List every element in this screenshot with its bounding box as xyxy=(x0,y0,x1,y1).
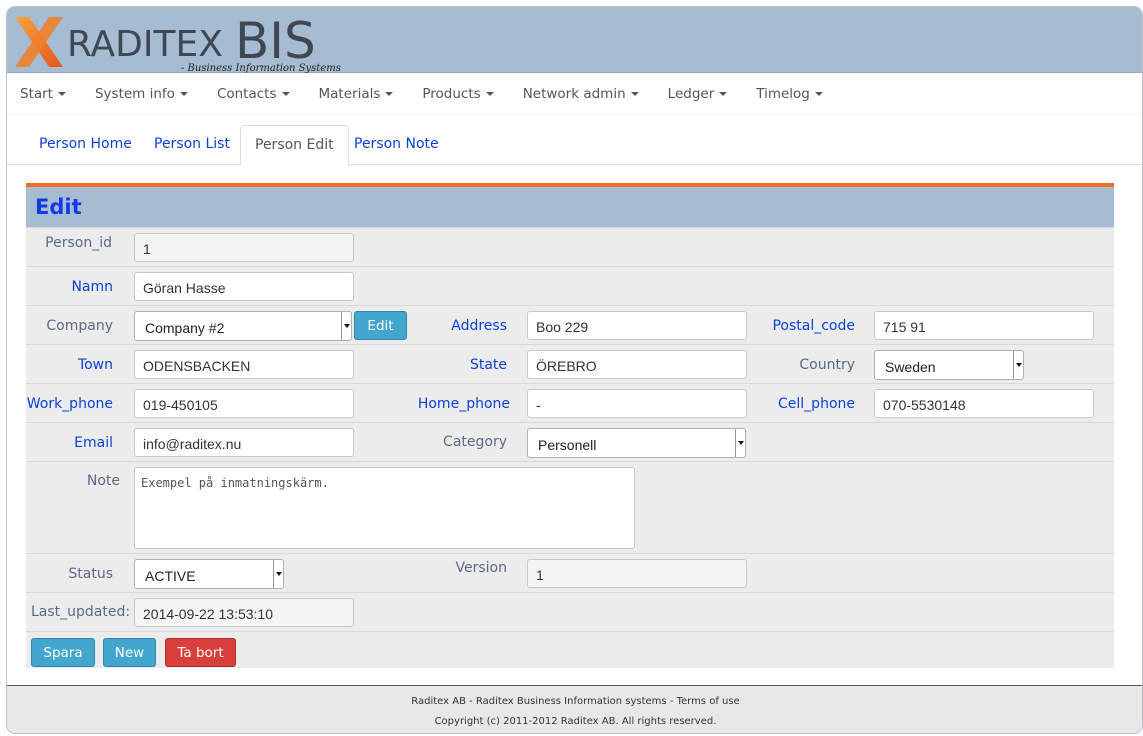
menu-timelog[interactable]: Timelog xyxy=(756,86,823,102)
last-updated-label: Last_updated: xyxy=(31,604,131,620)
raditex-logo[interactable]: RADITEX BIS - Business Information Syste… xyxy=(13,12,343,74)
company-selected: Company #2 xyxy=(145,320,225,336)
category-select[interactable]: Personell xyxy=(527,428,746,458)
row-last-updated: Last_updated: 2014-09-22 13:53:10 xyxy=(26,592,1114,631)
tab-person-note[interactable]: Person Note xyxy=(340,125,453,166)
tab-person-edit[interactable]: Person Edit xyxy=(240,125,349,166)
menu-materials[interactable]: Materials xyxy=(319,86,394,102)
menu-label: System info xyxy=(94,85,175,102)
person-tabs: Person Home Person List Person Edit Pers… xyxy=(7,125,1142,166)
company-select[interactable]: Company #2 xyxy=(134,311,352,341)
person-id-label: Person_id xyxy=(45,235,112,251)
last-updated-field[interactable]: 2014-09-22 13:53:10 xyxy=(134,598,354,627)
menu-products[interactable]: Products xyxy=(422,85,494,102)
status-label: Status xyxy=(68,566,113,582)
home-phone-field[interactable]: - xyxy=(527,389,747,418)
cell-phone-field[interactable]: 070-5530148 xyxy=(874,389,1094,418)
status-selected: ACTIVE xyxy=(145,568,196,584)
save-button[interactable]: Spara xyxy=(31,638,95,667)
note-label: Note xyxy=(86,473,120,489)
state-label[interactable]: State xyxy=(470,357,507,373)
caret-down-icon xyxy=(57,91,66,96)
menu-system-info[interactable]: System info xyxy=(95,86,188,102)
logo-wordmark: RADITEX xyxy=(67,24,223,65)
menu-label: Materials xyxy=(318,85,381,102)
country-selected: Sweden xyxy=(885,359,936,375)
tab-person-list[interactable]: Person List xyxy=(140,125,244,166)
postal-code-field[interactable]: 715 91 xyxy=(874,311,1094,340)
row-note: Note Exempel på inmatningskärm. xyxy=(26,461,1114,553)
row-namn: Namn Göran Hasse xyxy=(26,266,1114,305)
person-id-field[interactable]: 1 xyxy=(134,233,354,262)
cell-phone-label[interactable]: Cell_phone xyxy=(778,396,855,412)
dropdown-arrow-icon xyxy=(1013,351,1023,379)
dropdown-arrow-icon xyxy=(735,429,745,457)
footer-copyright: Copyright (c) 2011-2012 Raditex AB. All … xyxy=(434,716,717,727)
address-field[interactable]: Boo 229 xyxy=(527,311,747,340)
status-select[interactable]: ACTIVE xyxy=(134,559,284,589)
postal-code-label[interactable]: Postal_code xyxy=(772,318,855,334)
logo-x-icon xyxy=(15,17,63,67)
row-email: Email info@raditex.nu Category Personell xyxy=(26,422,1114,461)
caret-down-icon xyxy=(385,91,394,96)
row-company: Company Company #2 Edit Address Boo 229 … xyxy=(26,305,1114,344)
version-label: Version xyxy=(455,560,507,576)
menu-label: Start xyxy=(20,85,53,102)
main-menu: Start System info Contacts Materials Pro… xyxy=(7,73,1142,115)
home-phone-label[interactable]: Home_phone xyxy=(418,396,510,412)
dropdown-arrow-icon xyxy=(341,312,351,340)
dropdown-arrow-icon xyxy=(273,560,283,588)
caret-down-icon xyxy=(719,91,728,96)
row-person-id: Person_id 1 xyxy=(26,227,1114,266)
caret-down-icon xyxy=(630,91,639,96)
menu-label: Timelog xyxy=(756,85,810,102)
town-label[interactable]: Town xyxy=(78,357,113,373)
work-phone-field[interactable]: 019-450105 xyxy=(134,389,354,418)
footer-links[interactable]: Raditex AB - Raditex Business Informatio… xyxy=(7,696,1142,707)
row-actions: Spara New Ta bort xyxy=(26,631,1114,672)
caret-down-icon xyxy=(281,91,290,96)
edit-panel: Edit Person_id 1 Namn Göran Hasse Compan… xyxy=(26,183,1114,668)
email-label[interactable]: Email xyxy=(74,435,113,451)
menu-label: Contacts xyxy=(216,85,277,102)
version-field[interactable]: 1 xyxy=(527,559,747,588)
menu-start[interactable]: Start xyxy=(20,86,66,102)
company-label: Company xyxy=(46,318,113,334)
delete-button[interactable]: Ta bort xyxy=(165,638,236,667)
new-button[interactable]: New xyxy=(103,638,156,667)
tab-person-home[interactable]: Person Home xyxy=(25,125,146,166)
namn-label[interactable]: Namn xyxy=(71,279,113,295)
email-field[interactable]: info@raditex.nu xyxy=(134,428,354,457)
site-header: RADITEX BIS - Business Information Syste… xyxy=(7,7,1142,74)
work-phone-label[interactable]: Work_phone xyxy=(27,396,113,412)
note-textarea[interactable]: Exempel på inmatningskärm. xyxy=(134,467,635,549)
caret-down-icon xyxy=(179,91,188,96)
country-select[interactable]: Sweden xyxy=(874,350,1024,380)
menu-network-admin[interactable]: Network admin xyxy=(523,86,639,102)
menu-label: Ledger xyxy=(667,85,715,102)
caret-down-icon xyxy=(485,91,494,96)
logo-tagline: - Business Information Systems xyxy=(181,63,341,74)
menu-label: Network admin xyxy=(522,85,626,102)
row-town: Town ODENSBACKEN State ÖREBRO Country Sw… xyxy=(26,344,1114,383)
address-label[interactable]: Address xyxy=(451,318,507,334)
row-status: Status ACTIVE Version 1 xyxy=(26,553,1114,592)
site-footer: Raditex AB - Raditex Business Informatio… xyxy=(7,685,1142,733)
caret-down-icon xyxy=(814,91,823,96)
menu-ledger[interactable]: Ledger xyxy=(668,86,728,102)
row-phones: Work_phone 019-450105 Home_phone - Cell_… xyxy=(26,383,1114,422)
town-field[interactable]: ODENSBACKEN xyxy=(134,350,354,379)
country-label: Country xyxy=(799,357,855,373)
namn-field[interactable]: Göran Hasse xyxy=(134,272,354,301)
state-field[interactable]: ÖREBRO xyxy=(527,350,747,379)
company-edit-button[interactable]: Edit xyxy=(354,311,407,340)
app-window: RADITEX BIS - Business Information Syste… xyxy=(6,6,1143,734)
logo-bis: BIS xyxy=(235,12,316,70)
category-label: Category xyxy=(443,434,507,450)
panel-title: Edit xyxy=(26,187,1114,227)
menu-label: Products xyxy=(422,85,481,102)
category-selected: Personell xyxy=(538,437,597,453)
menu-contacts[interactable]: Contacts xyxy=(217,86,290,102)
